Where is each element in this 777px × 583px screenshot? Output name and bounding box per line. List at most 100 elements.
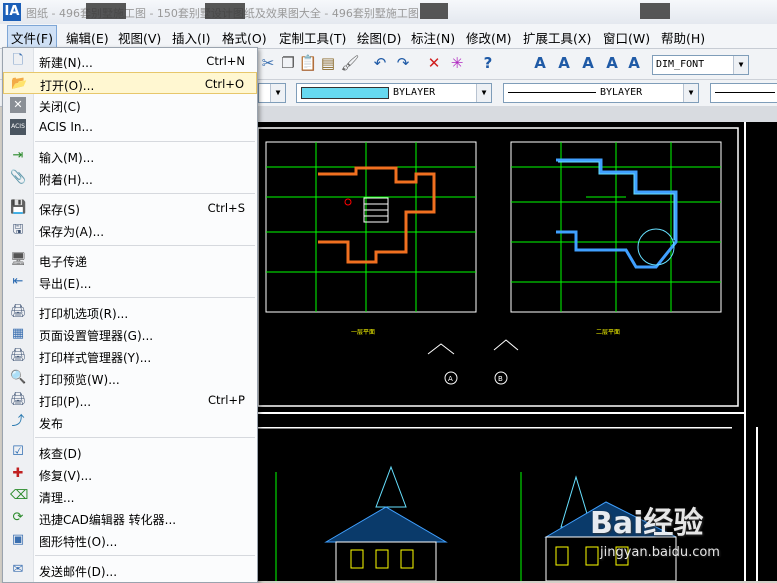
- menu-insert[interactable]: 插入(I): [172, 28, 210, 47]
- chevron-down-icon[interactable]: ▼: [476, 84, 491, 102]
- copy-icon[interactable]: ❐: [278, 53, 298, 73]
- floor-plan-left: 一层平面: [265, 141, 477, 336]
- menu-format[interactable]: 格式(O): [222, 28, 267, 47]
- menu-separator: [35, 437, 255, 438]
- menu-item-plot-style[interactable]: 🖨 打印样式管理器(Y)...: [3, 345, 257, 367]
- new-file-icon: 🗋: [12, 53, 24, 68]
- dim-style-value: DIM_FONT: [656, 59, 705, 70]
- paste-special-icon[interactable]: ▤: [318, 53, 338, 73]
- help-icon[interactable]: ?: [478, 53, 498, 73]
- menu-item-export[interactable]: ⇤ 导出(E)...: [3, 271, 257, 293]
- find-text-icon[interactable]: A: [624, 53, 644, 73]
- sheet-divider: [256, 412, 746, 414]
- export-icon: ⇤: [12, 274, 24, 289]
- sheet-border: [257, 127, 739, 407]
- menu-item-audit[interactable]: ☑ 核查(D): [3, 441, 257, 463]
- menu-item-label: 图形特性(O)...: [39, 535, 118, 549]
- publish-icon: ⤴: [11, 414, 25, 429]
- scale-text-icon[interactable]: A: [602, 53, 622, 73]
- sheet-edge: [744, 122, 746, 581]
- menu-item-publish[interactable]: ⤴ 发布: [3, 411, 257, 433]
- menu-item-close[interactable]: ✕ 关闭(C): [3, 94, 257, 116]
- undo-icon[interactable]: ↶: [370, 53, 390, 73]
- menu-item-recover[interactable]: ✚ 修复(V)...: [3, 463, 257, 485]
- linetype-select[interactable]: BYLAYER ▼: [503, 83, 699, 103]
- paste-icon[interactable]: 📋: [298, 53, 318, 73]
- sheet-divider: [256, 427, 732, 429]
- open-folder-icon: 📂: [11, 76, 28, 91]
- chevron-down-icon[interactable]: ▼: [683, 84, 698, 102]
- menu-item-label: 导出(E)...: [39, 277, 92, 291]
- title-redaction: [420, 3, 448, 19]
- page-setup-icon: ▦: [11, 326, 25, 341]
- match-properties-icon[interactable]: 🖌: [340, 53, 360, 73]
- drawing-canvas[interactable]: 一层平面 二层平面 A B Bai经验 jingyan.baidu.com: [256, 122, 777, 581]
- menu-item-label: 页面设置管理器(G)...: [39, 329, 154, 343]
- menu-item-label: 迅捷CAD编辑器 转化器...: [39, 513, 177, 527]
- menu-item-new[interactable]: 🗋 新建(N)... Ctrl+N: [3, 50, 257, 72]
- color-select[interactable]: BYLAYER ▼: [296, 83, 492, 103]
- menu-modify[interactable]: 修改(M): [466, 28, 512, 47]
- menu-window[interactable]: 窗口(W): [603, 28, 650, 47]
- menu-view[interactable]: 视图(V): [118, 28, 161, 47]
- title-redaction: [640, 3, 670, 19]
- title-bar: IA 图纸 - 496套别墅施工图 - 150套别墅设计图纸及效果图大全 - 4…: [0, 0, 777, 25]
- menu-edit[interactable]: 编辑(E): [66, 28, 109, 47]
- text-style-icon[interactable]: A: [530, 53, 550, 73]
- menu-item-acis-in[interactable]: ACIS ACIS In...: [3, 116, 257, 138]
- attach-icon: 📎: [10, 170, 27, 185]
- explode-icon[interactable]: ✳: [447, 53, 467, 73]
- menu-item-drawing-properties[interactable]: ▣ 图形特性(O)...: [3, 529, 257, 551]
- section-markers: A B: [427, 339, 519, 385]
- menu-item-label: 关闭(C): [39, 100, 81, 114]
- lineweight-select[interactable]: [710, 83, 777, 103]
- chevron-down-icon[interactable]: ▼: [270, 84, 285, 102]
- menu-item-shortcut: Ctrl+P: [207, 393, 245, 407]
- edit-text-icon[interactable]: A: [578, 53, 598, 73]
- menu-item-converter[interactable]: ⟳ 迅捷CAD编辑器 转化器...: [3, 507, 257, 529]
- purge-icon: ⌫: [10, 488, 29, 503]
- menu-item-attach[interactable]: 📎 附着(H)...: [3, 167, 257, 189]
- menu-item-label: 保存为(A)...: [39, 225, 105, 239]
- plan-label: 一层平面: [351, 329, 375, 336]
- chevron-down-icon[interactable]: ▼: [733, 56, 748, 74]
- app-logo-icon[interactable]: IA: [3, 3, 21, 21]
- menu-item-save[interactable]: 💾 保存(S) Ctrl+S: [3, 197, 257, 219]
- acis-icon: ACIS: [10, 119, 26, 135]
- menu-item-open[interactable]: 📂 打开(O)... Ctrl+O: [3, 72, 257, 94]
- layer-select[interactable]: ▼: [258, 83, 286, 103]
- menu-item-import[interactable]: ⇥ 输入(M)...: [3, 145, 257, 167]
- print-icon: 🖨: [10, 392, 27, 407]
- axis-mark: A: [448, 375, 453, 383]
- delete-icon[interactable]: ✕: [424, 53, 444, 73]
- menu-separator: [35, 245, 255, 246]
- menu-extended-tools[interactable]: 扩展工具(X): [523, 28, 591, 47]
- menu-custom-tools[interactable]: 定制工具(T): [279, 28, 346, 47]
- dim-style-select[interactable]: DIM_FONT ▼: [652, 55, 749, 75]
- menu-draw[interactable]: 绘图(D): [357, 28, 401, 47]
- drawing-properties-icon: ▣: [11, 532, 25, 547]
- title-redaction: [205, 3, 245, 19]
- menu-item-etransmit[interactable]: 🖥 电子传递: [3, 249, 257, 271]
- menu-item-print-preview[interactable]: 🔍 打印预览(W)...: [3, 367, 257, 389]
- lineweight-preview: [715, 92, 775, 93]
- menu-item-label: 新建(N)...: [39, 56, 93, 70]
- menu-item-purge[interactable]: ⌫ 清理...: [3, 485, 257, 507]
- cut-icon[interactable]: ✂: [258, 53, 278, 73]
- menu-item-print[interactable]: 🖨 打印(P)... Ctrl+P: [3, 389, 257, 411]
- menu-item-label: 修复(V)...: [39, 469, 93, 483]
- menu-item-save-as[interactable]: 🖫 保存为(A)...: [3, 219, 257, 241]
- menu-separator: [35, 297, 255, 298]
- menu-separator: [35, 555, 255, 556]
- menu-item-printer-options[interactable]: 🖨 打印机选项(R)...: [3, 301, 257, 323]
- redo-icon[interactable]: ↷: [393, 53, 413, 73]
- menu-item-shortcut: Ctrl+N: [206, 54, 245, 68]
- watermark-logo: Bai经验: [590, 506, 704, 541]
- menu-item-page-setup[interactable]: ▦ 页面设置管理器(G)...: [3, 323, 257, 345]
- plan-label: 二层平面: [596, 329, 620, 336]
- save-as-icon: 🖫: [12, 222, 24, 237]
- menu-dimension[interactable]: 标注(N): [411, 28, 455, 47]
- menu-help[interactable]: 帮助(H): [661, 28, 705, 47]
- single-text-icon[interactable]: A: [554, 53, 574, 73]
- menu-item-send-mail[interactable]: ✉ 发送邮件(D)...: [3, 559, 257, 581]
